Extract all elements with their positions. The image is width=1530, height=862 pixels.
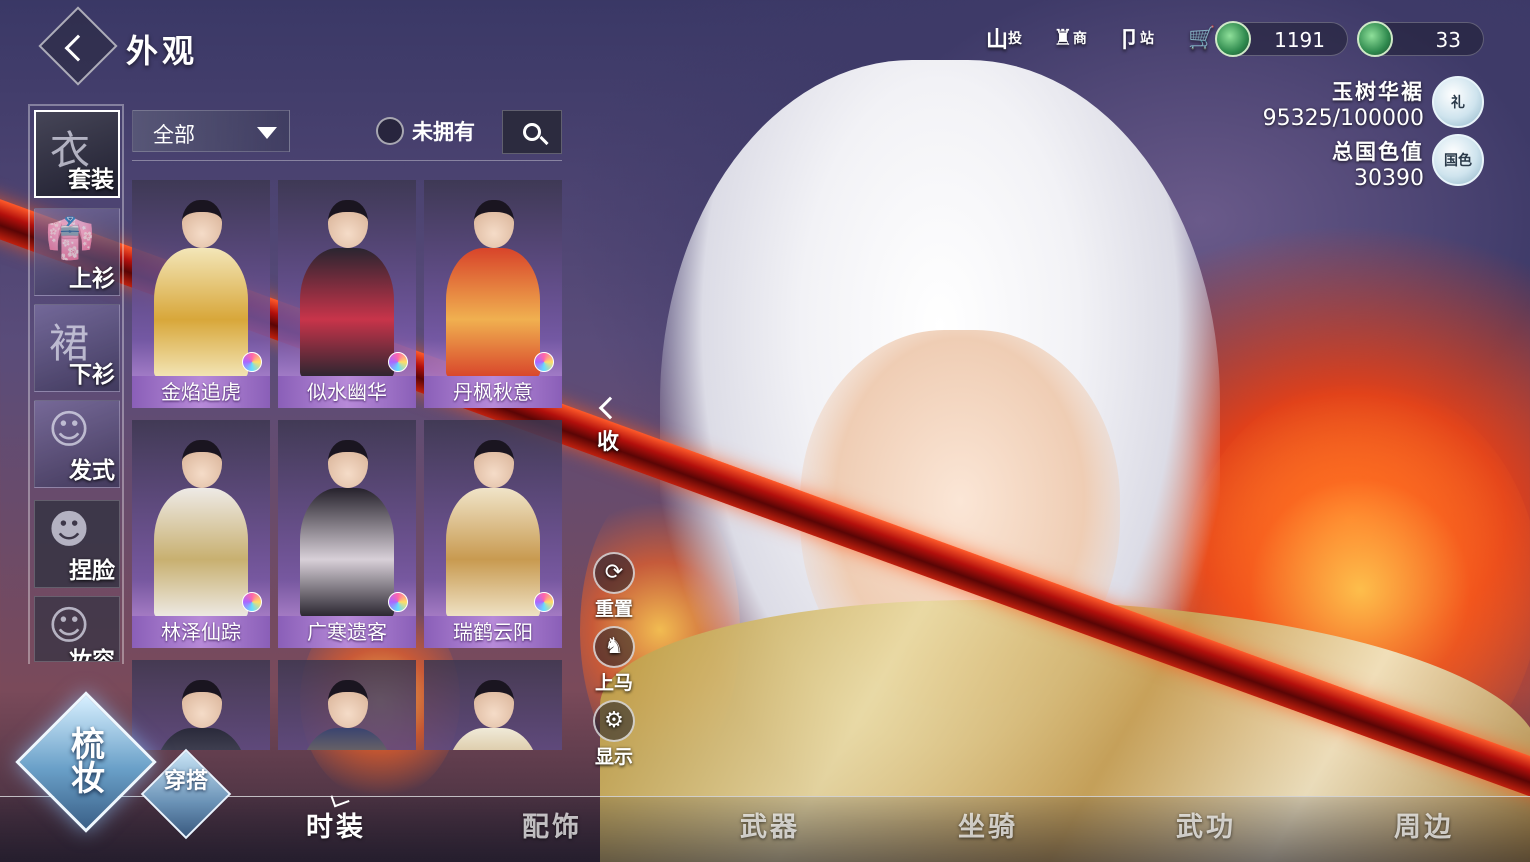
jade-coin-icon — [1215, 21, 1251, 57]
outfit-name: 金焰追虎 — [132, 376, 270, 408]
rarity-gem-icon — [388, 592, 408, 612]
filter-dropdown-value: 全部 — [153, 123, 195, 147]
collapse-panel-button[interactable]: 收 — [588, 392, 628, 456]
outfit-preview-image — [146, 192, 256, 378]
outfit-score-label: 玉树华裾 — [1332, 80, 1424, 104]
outfit-score-value: 95325/100000 — [1262, 106, 1424, 131]
merchant-icon[interactable]: ♜ 商 — [1046, 18, 1094, 58]
outfit-preview-image — [292, 432, 402, 618]
page-title: 外观 — [126, 32, 199, 70]
outfit-name: 似水幽华 — [278, 376, 416, 408]
category-sidebar: 衣 套装 👘 上衫 裙 下衫 ☺ 发式 ☻ 捏脸 ☺ 妆容 — [28, 104, 124, 664]
top-shortcuts: 山投 ♜ 商 卩站 🛒 — [980, 18, 1226, 58]
outfit-card[interactable]: 林泽仙踪 — [132, 420, 270, 648]
chevron-down-icon — [257, 127, 277, 139]
category-label: 套装 — [68, 167, 114, 193]
category-label: 下衫 — [69, 362, 115, 388]
outfit-card[interactable]: 丹枫秋意 — [424, 180, 562, 408]
outfit-grid: 金焰追虎 似水幽华 丹枫秋意林泽仙踪 广寒遗客 瑞鹤云阳 — [132, 180, 562, 750]
radio-icon — [376, 117, 404, 145]
display-label: 显示 — [594, 746, 633, 768]
rarity-gem-icon — [242, 352, 262, 372]
category-suit[interactable]: 衣 套装 — [34, 110, 120, 198]
category-label: 发式 — [69, 458, 115, 484]
currency-amount: 1191 — [1274, 28, 1325, 52]
dressing-mode-label: 穿搭 — [164, 769, 209, 794]
back-button[interactable] — [38, 6, 118, 86]
rarity-gem-icon — [534, 592, 554, 612]
tab-weapons[interactable]: 武器 — [740, 805, 800, 844]
currency-amount: 33 — [1435, 28, 1461, 52]
jade-coin-icon — [1357, 21, 1393, 57]
reset-label: 重置 — [594, 598, 633, 620]
category-label: 妆容 — [69, 648, 115, 662]
beauty-score-value: 30390 — [1354, 166, 1424, 191]
beauty-badge-icon[interactable]: 国色 — [1432, 134, 1484, 186]
outfit-name: 丹枫秋意 — [424, 376, 562, 408]
outfit-card[interactable]: 金焰追虎 — [132, 180, 270, 408]
not-owned-toggle[interactable]: 未拥有 — [376, 116, 475, 146]
category-label: 捏脸 — [69, 558, 115, 584]
gear-icon: ⚙ — [593, 700, 635, 742]
mount-button[interactable]: ♞ 上马 — [584, 626, 644, 695]
beauty-score-label: 总国色值 — [1332, 140, 1424, 164]
beauty-score: 总国色值 30390 — [1332, 136, 1424, 191]
filter-bar: 全部 未拥有 — [132, 108, 562, 158]
category-label: 上衫 — [69, 266, 115, 292]
outfit-preview-image — [438, 432, 548, 618]
category-makeup[interactable]: ☺ 妆容 — [34, 596, 120, 662]
character-face — [800, 330, 1120, 710]
outfit-card[interactable]: 瑞鹤云阳 — [424, 420, 562, 648]
chevron-left-icon — [598, 396, 622, 420]
character-hair — [660, 60, 1220, 820]
outfit-name: 广寒遗客 — [278, 616, 416, 648]
filter-dropdown[interactable]: 全部 — [132, 110, 290, 152]
tab-accessories[interactable]: 配饰 — [522, 805, 582, 844]
refresh-icon: ⟳ — [593, 552, 635, 594]
tab-mounts[interactable]: 坐骑 — [958, 805, 1018, 844]
tab-fashion[interactable]: 时装 — [306, 805, 366, 844]
not-owned-label: 未拥有 — [412, 120, 475, 144]
grooming-mode-label: 梳妆 — [71, 725, 105, 799]
outfit-preview-image — [438, 192, 548, 378]
outfit-preview-image — [146, 672, 256, 750]
collapse-label: 收 — [596, 430, 619, 455]
currency-jade[interactable]: 1191 — [1215, 21, 1348, 57]
divider — [132, 160, 562, 161]
outfit-card[interactable]: 广寒遗客 — [278, 420, 416, 648]
outfit-preview-image — [146, 432, 256, 618]
horse-icon: ♞ — [593, 626, 635, 668]
tab-martial-arts[interactable]: 武功 — [1176, 805, 1236, 844]
display-settings-button[interactable]: ⚙ 显示 — [584, 700, 644, 769]
outfit-card[interactable]: 似水幽华 — [278, 180, 416, 408]
outfit-preview-image — [438, 672, 548, 750]
outfit-name: 林泽仙踪 — [132, 616, 270, 648]
category-face-sculpt[interactable]: ☻ 捏脸 — [34, 500, 120, 588]
outfit-score: 玉树华裾 95325/100000 — [1263, 76, 1424, 131]
category-top[interactable]: 👘 上衫 — [34, 208, 120, 296]
outfit-preview-image — [292, 192, 402, 378]
rarity-gem-icon — [388, 352, 408, 372]
outfit-preview-image — [292, 672, 402, 750]
category-hairstyle[interactable]: ☺ 发式 — [34, 400, 120, 488]
outfit-card[interactable] — [132, 660, 270, 750]
mount-label: 上马 — [594, 672, 633, 694]
currency-bound-jade[interactable]: 33 — [1357, 21, 1484, 57]
outfit-card[interactable] — [424, 660, 562, 750]
search-icon — [523, 123, 541, 141]
station-icon[interactable]: 卩站 — [1112, 18, 1160, 58]
outfit-name: 瑞鹤云阳 — [424, 616, 562, 648]
investment-icon[interactable]: 山投 — [980, 18, 1028, 58]
rarity-gem-icon — [242, 592, 262, 612]
category-bottom[interactable]: 裙 下衫 — [34, 304, 120, 392]
rarity-gem-icon — [534, 352, 554, 372]
search-button[interactable] — [502, 110, 562, 154]
reset-button[interactable]: ⟳ 重置 — [584, 552, 644, 621]
bottom-nav: 时装 配饰 武器 坐骑 武功 周边 — [0, 796, 1530, 862]
outfit-card[interactable] — [278, 660, 416, 750]
gift-badge-icon[interactable]: 礼 — [1432, 76, 1484, 128]
tab-peripherals[interactable]: 周边 — [1394, 805, 1454, 844]
